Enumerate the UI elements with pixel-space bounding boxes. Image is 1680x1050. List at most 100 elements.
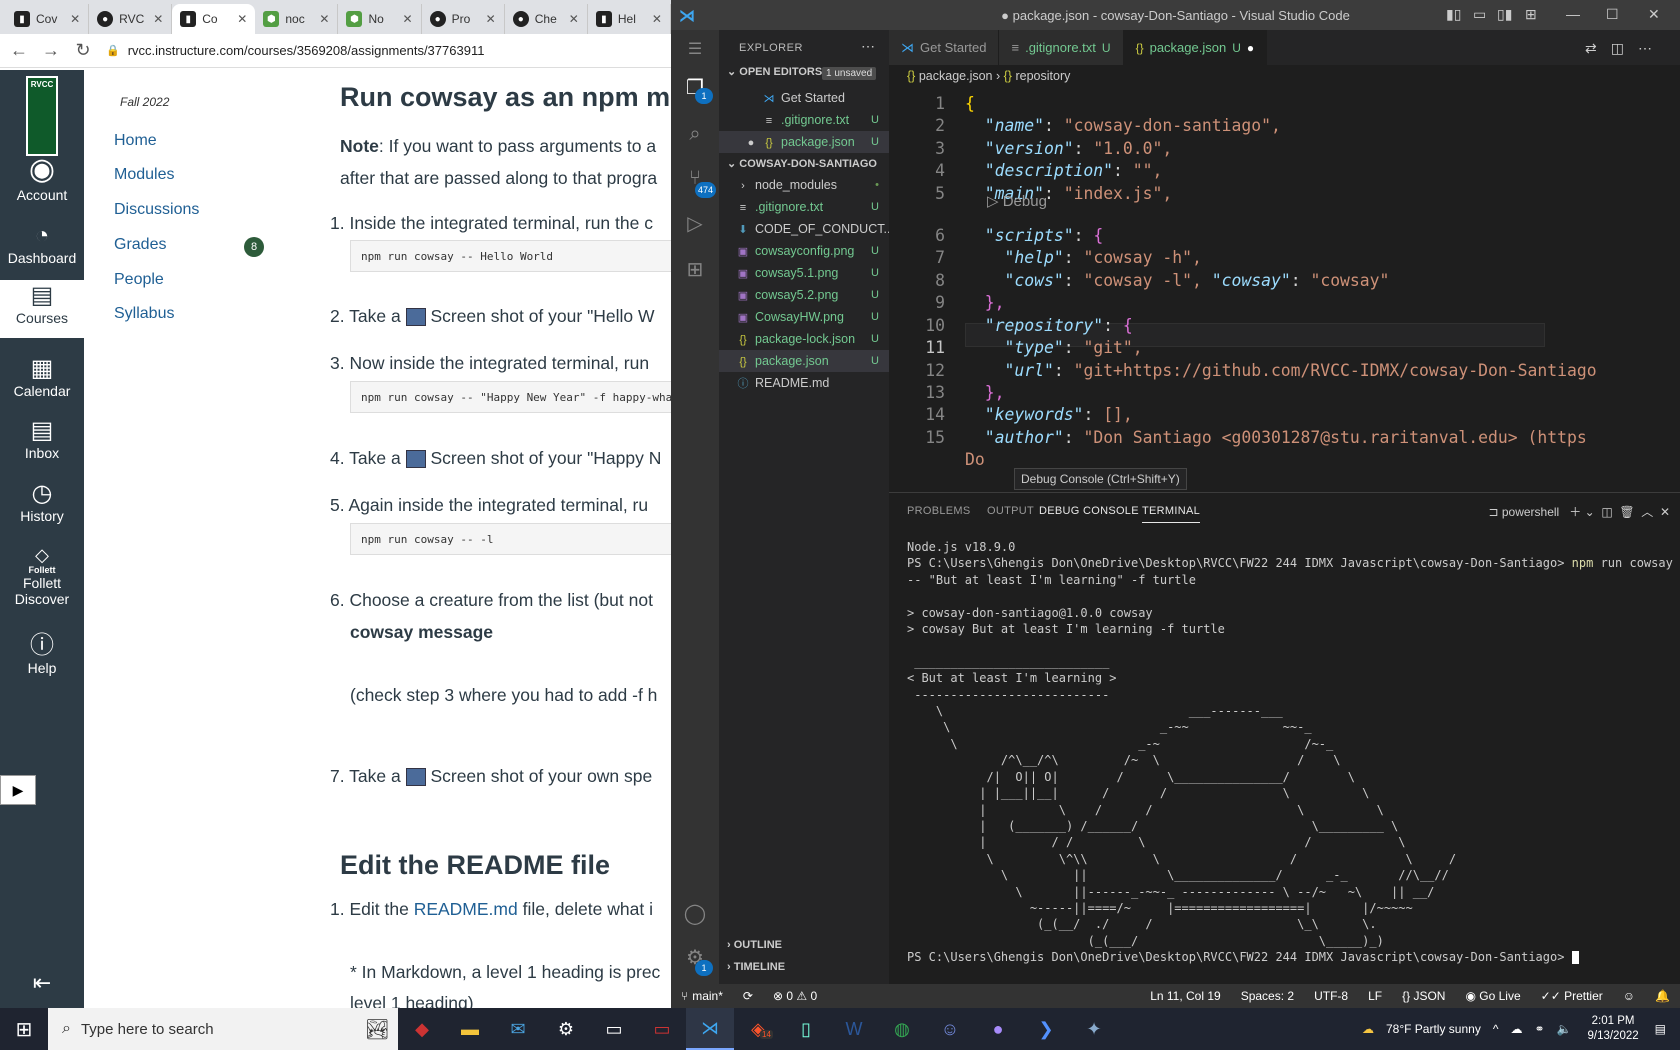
close-icon[interactable]: ✕ <box>237 12 247 26</box>
file-item[interactable]: {} package.json U <box>719 350 889 372</box>
browser-tab[interactable]: ⬢ noc ✕ <box>255 4 339 34</box>
file-item[interactable]: ≡ .gitignore.txt U <box>719 196 889 218</box>
editor-tab-active[interactable]: {} package.json U ● <box>1123 30 1268 65</box>
app-icon[interactable]: ▭ <box>590 1008 638 1050</box>
tab-output[interactable]: OUTPUT <box>987 505 1034 517</box>
layout-toggle-panel-icon[interactable]: ▭ <box>1473 6 1486 23</box>
tab-debug-console[interactable]: DEBUG CONSOLE <box>1039 505 1139 517</box>
tab-terminal[interactable]: TERMINAL <box>1142 505 1201 523</box>
extensions-icon[interactable]: ⊞ <box>683 258 707 282</box>
dota-icon[interactable]: ◆ <box>398 1008 446 1050</box>
course-nav-grades[interactable]: Grades <box>114 236 166 254</box>
trash-icon[interactable]: 🗑 <box>1619 505 1634 519</box>
weather-text[interactable]: 78°F Partly sunny <box>1386 1022 1481 1036</box>
close-icon[interactable]: ✕ <box>569 12 579 26</box>
clock[interactable]: 2:01 PM 9/13/2022 <box>1587 1014 1638 1044</box>
remote-icon[interactable]: ⑂ <box>681 989 688 1003</box>
brave-icon[interactable]: ◈ 14 <box>734 1008 782 1050</box>
feedback-icon[interactable]: ☺ <box>1623 989 1635 1003</box>
prettier-status[interactable]: ✓✓ Prettier <box>1541 989 1603 1003</box>
file-item[interactable]: ▣ cowsay5.2.png U <box>719 284 889 306</box>
open-editor-item[interactable]: ≡ .gitignore.txt U <box>719 109 889 131</box>
word-icon[interactable]: W <box>830 1008 878 1050</box>
github-desktop-icon[interactable]: ● <box>974 1008 1022 1050</box>
account-icon[interactable]: ◯ <box>683 902 707 926</box>
notification-center-icon[interactable]: ▤ <box>1655 1022 1666 1036</box>
reload-icon[interactable]: ↻ <box>74 40 92 61</box>
problems-indicator[interactable]: ⊗ 0 ⚠ 0 <box>773 989 817 1003</box>
chrome-icon[interactable]: ◍ <box>878 1008 926 1050</box>
onedrive-icon[interactable]: ☁ <box>1510 1022 1522 1036</box>
windows-start-icon[interactable]: ⊞ <box>0 1008 48 1050</box>
branch-indicator[interactable]: main* <box>692 989 723 1003</box>
sync-icon[interactable]: ⟳ <box>743 989 753 1003</box>
file-item[interactable]: ⬇ CODE_OF_CONDUCT.... <box>719 218 889 240</box>
browser-tab[interactable]: ● RVC ✕ <box>89 4 173 34</box>
split-terminal-icon[interactable]: ◫ <box>1601 505 1612 519</box>
discord-icon[interactable]: ☺ <box>926 1008 974 1050</box>
url-field[interactable]: 🔒 rvcc.instructure.com/courses/3569208/a… <box>106 43 661 58</box>
nav-history[interactable]: ◷ History <box>0 480 84 524</box>
course-nav-home[interactable]: Home <box>114 132 157 150</box>
course-nav-syllabus[interactable]: Syllabus <box>114 305 174 323</box>
readme-link[interactable]: README.md <box>414 899 518 919</box>
file-item[interactable]: ▣ cowsayconfig.png U <box>719 240 889 262</box>
project-folder-header[interactable]: ⌄ COWSAY-DON-SANTIAGO <box>719 153 889 175</box>
code-editor[interactable]: 1 {2 "name": "cowsay-don-santiago", 3 "ver… <box>889 87 1680 492</box>
close-icon[interactable]: ✕ <box>403 12 413 26</box>
split-editor-icon[interactable]: ◫ <box>1611 40 1638 56</box>
maximize-panel-icon[interactable]: ︿ <box>1641 505 1653 519</box>
compare-icon[interactable]: ⇄ <box>1585 40 1611 56</box>
terminal-output[interactable]: Node.js v18.9.0 PS C:\Users\Ghengis Don\O… <box>907 539 1677 979</box>
encoding[interactable]: UTF-8 <box>1314 989 1348 1003</box>
notifications-icon[interactable]: 🔔 <box>1655 989 1670 1003</box>
open-editor-item[interactable]: ⋊ Get Started <box>719 87 889 109</box>
settings-icon[interactable]: ⚙ <box>542 1008 590 1050</box>
file-item[interactable]: ▣ CowsayHW.png U <box>719 306 889 328</box>
tab-problems[interactable]: PROBLEMS <box>907 505 971 517</box>
layout-toggle-secondary-icon[interactable]: ▯▮ <box>1497 6 1512 23</box>
chevron-up-icon[interactable]: ^ <box>1493 1022 1499 1036</box>
lock-icon[interactable]: 🔒 <box>106 44 120 57</box>
nav-inbox[interactable]: ▤ Inbox <box>0 417 84 461</box>
run-debug-icon[interactable]: ▷ <box>683 212 707 236</box>
layout-toggle-sidebar-icon[interactable]: ▮▯ <box>1446 6 1461 23</box>
notepad-icon[interactable]: ▯ <box>782 1008 830 1050</box>
play-icon[interactable]: ▶ <box>0 775 36 805</box>
file-explorer-icon[interactable]: ▬ <box>446 1008 494 1050</box>
file-item[interactable]: {} package-lock.json U <box>719 328 889 350</box>
app-icon[interactable]: ▭ <box>638 1008 686 1050</box>
close-icon[interactable]: ✕ <box>319 12 329 26</box>
browser-tab[interactable]: ● Che ✕ <box>505 4 588 34</box>
nav-follett-discover[interactable]: ◇ Follett Follett Discover <box>0 545 84 607</box>
taskbar-search[interactable]: ⌕ Type here to search 🏞 <box>48 1008 398 1050</box>
timeline-header[interactable]: › TIMELINE <box>719 956 889 978</box>
close-panel-icon[interactable]: ✕ <box>1660 505 1670 519</box>
browser-tab[interactable]: ▮ Hel ✕ <box>588 4 671 34</box>
browser-tab[interactable]: ● Pro ✕ <box>422 4 505 34</box>
close-icon[interactable]: ✕ <box>652 12 662 26</box>
modified-dot-icon[interactable]: ● <box>1247 41 1254 55</box>
outline-header[interactable]: › OUTLINE <box>719 934 889 956</box>
close-icon[interactable]: ✕ <box>486 12 496 26</box>
nav-calendar[interactable]: ▦ Calendar <box>0 355 84 399</box>
collapse-nav-icon[interactable]: ⇤ <box>0 970 84 996</box>
node-app-icon[interactable]: ✦ <box>1070 1008 1118 1050</box>
indentation[interactable]: Spaces: 2 <box>1241 989 1294 1003</box>
maximize-icon[interactable]: ☐ <box>1606 6 1619 23</box>
rvcc-logo[interactable]: RVCC <box>26 76 58 156</box>
mail-icon[interactable]: ✉ <box>494 1008 542 1050</box>
debug-codelens[interactable]: ▷ Debug <box>987 192 1047 210</box>
end-of-line[interactable]: LF <box>1368 989 1382 1003</box>
chevron-down-icon[interactable]: ⌄ <box>1585 505 1595 519</box>
language-mode[interactable]: {} JSON <box>1402 989 1445 1003</box>
new-terminal-icon[interactable]: ＋ <box>1569 505 1581 519</box>
close-icon[interactable]: ✕ <box>153 12 163 26</box>
course-nav-modules[interactable]: Modules <box>114 166 174 184</box>
browser-tab-active[interactable]: ▮ Co ✕ <box>172 4 256 34</box>
network-icon[interactable]: ⚭ <box>1534 1022 1544 1036</box>
course-nav-people[interactable]: People <box>114 271 164 289</box>
more-actions-icon[interactable]: ⋯ <box>861 38 875 55</box>
editor-tab[interactable]: ≡ .gitignore.txt U <box>999 30 1124 65</box>
go-live-button[interactable]: ◉ Go Live <box>1465 989 1520 1003</box>
